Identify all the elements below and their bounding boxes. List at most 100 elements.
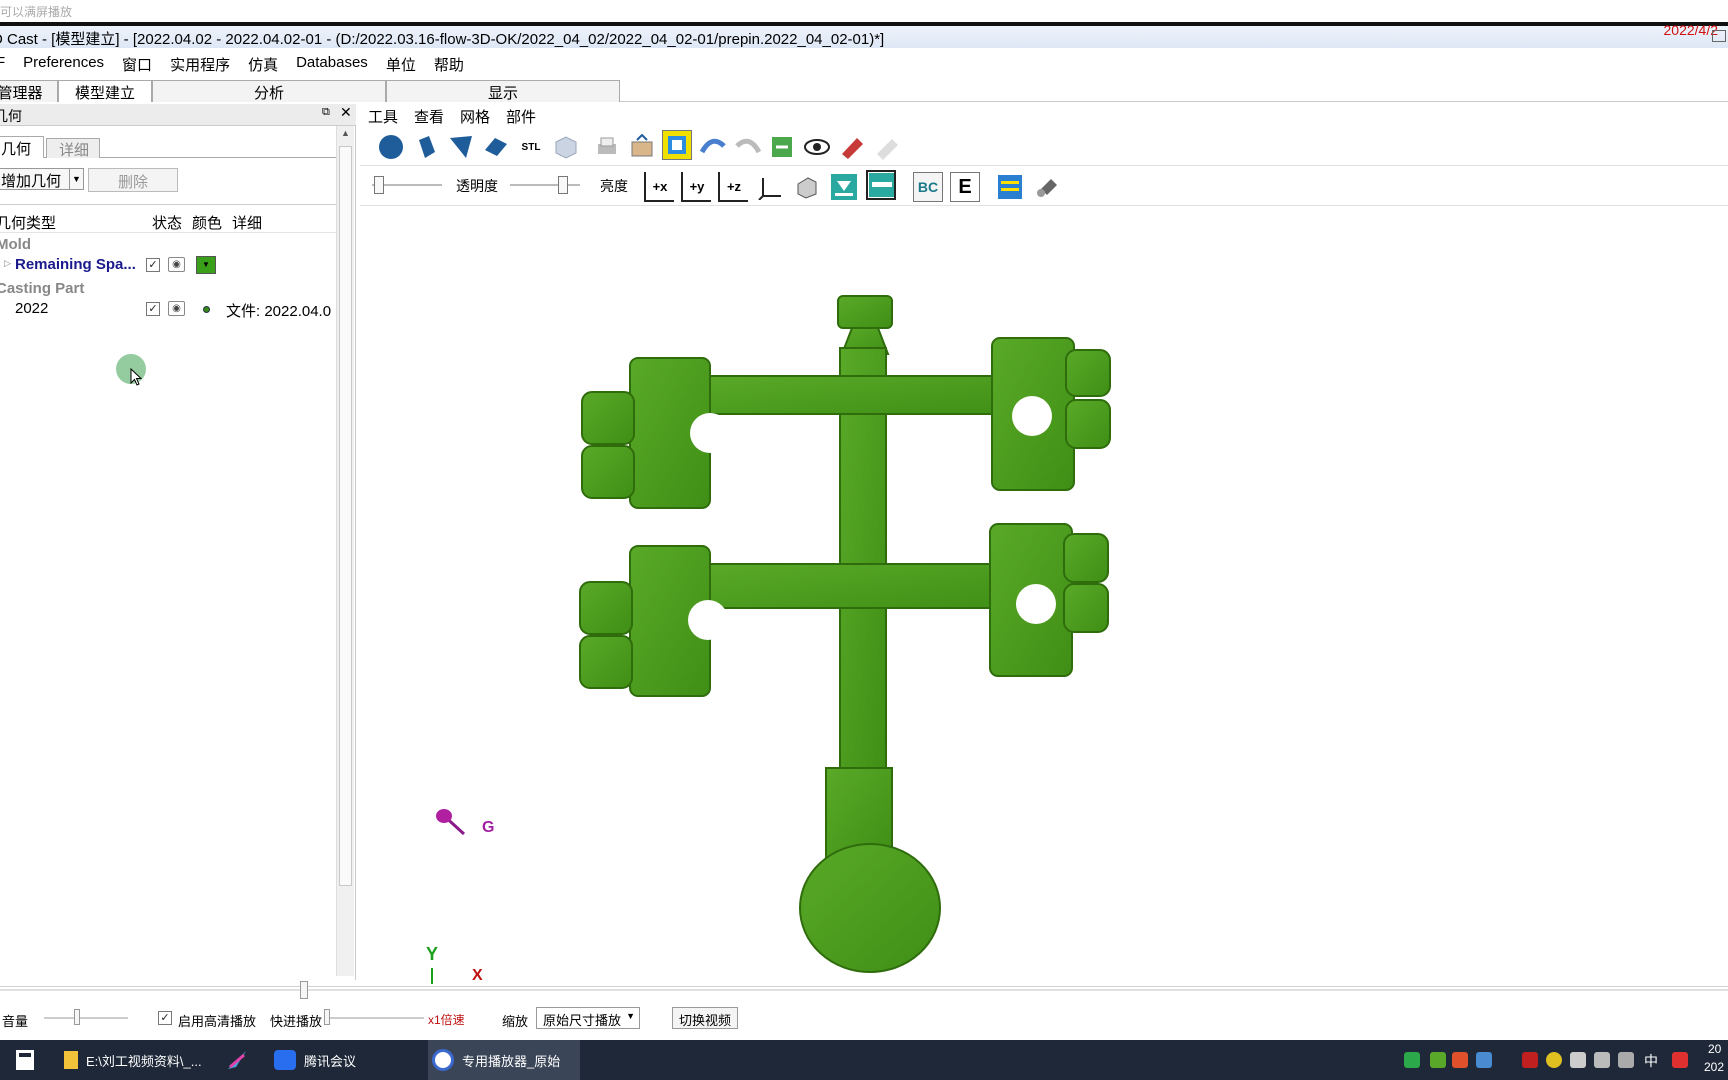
undo-icon[interactable] [697, 132, 727, 162]
expand-icon[interactable]: ▷ [4, 258, 11, 269]
switch-video-button[interactable]: 切换视频 [672, 1007, 738, 1029]
progress-thumb[interactable] [300, 981, 308, 999]
model-viewport[interactable]: 工具 查看 网格 部件 STL 透明度 亮度 +x +y +z BC E G Y… [360, 104, 1728, 984]
ime-indicator[interactable]: 中 [1644, 1051, 1658, 1071]
panel-scrollbar[interactable]: ▲ [336, 126, 354, 976]
add-geometry-dropdown[interactable]: 增加几何 ▼ [0, 168, 84, 190]
speed-slider[interactable] [324, 1017, 424, 1019]
menu-preferences[interactable]: Preferences [23, 54, 104, 76]
brightness-slider-thumb[interactable] [558, 176, 568, 194]
visibility-eye-icon[interactable]: ◉ [168, 301, 185, 316]
status-checkbox[interactable]: ✓ [146, 302, 160, 316]
taskbar-clock-time[interactable]: 20 [1708, 1042, 1721, 1056]
baffle-icon[interactable] [995, 172, 1025, 202]
tray-app-icon[interactable] [1522, 1052, 1538, 1068]
bc-button[interactable]: BC [913, 172, 943, 202]
axis-x-label: X [472, 967, 483, 984]
tray-app-icon[interactable] [1452, 1052, 1468, 1068]
tree-group-casting-part[interactable]: Casting Part [0, 280, 84, 297]
tab-model-setup[interactable]: 模型建立 [58, 80, 152, 102]
panel-header: 几何 ⧉ ✕ [0, 104, 356, 126]
eraser-icon[interactable] [872, 132, 902, 162]
taskbar-clock-date[interactable]: 202 [1704, 1060, 1724, 1074]
cutplane-icon[interactable] [837, 132, 867, 162]
app-feather-icon[interactable] [224, 1040, 250, 1080]
axes-icon[interactable] [755, 172, 785, 202]
volume-slider[interactable] [44, 1017, 128, 1019]
component-add-icon[interactable] [1032, 172, 1062, 202]
mesh-plane-icon[interactable] [866, 170, 896, 200]
tree-group-mold[interactable]: Mold [0, 236, 31, 253]
transparency-slider-thumb[interactable] [374, 176, 384, 194]
overlay-hint: 可以满屏播放 [0, 0, 1728, 22]
menu-databases[interactable]: Databases [296, 54, 368, 76]
menu-utilities[interactable]: 实用程序 [170, 54, 230, 76]
close-icon[interactable]: ✕ [340, 104, 352, 121]
menu-file[interactable]: F [0, 54, 5, 76]
tree-row[interactable]: 2022 ✓ ◉ 文件: 2022.04.0 [4, 300, 344, 320]
tray-sogou-icon[interactable] [1672, 1052, 1688, 1068]
progress-track[interactable] [0, 989, 1728, 991]
color-dot[interactable] [203, 306, 210, 313]
scroll-thumb[interactable] [339, 146, 352, 886]
calculator-icon[interactable] [14, 1040, 36, 1080]
tray-monitor-icon[interactable] [1594, 1052, 1610, 1068]
view-z-button[interactable]: +z [718, 172, 748, 202]
tray-app-icon[interactable] [1476, 1052, 1492, 1068]
color-swatch-button[interactable]: ▼ [196, 256, 216, 274]
zoom-select[interactable]: 原始尺寸播放 ▼ [536, 1007, 640, 1029]
hd-checkbox[interactable]: ✓ [158, 1011, 172, 1025]
menu-window[interactable]: 窗口 [122, 54, 152, 76]
status-checkbox[interactable]: ✓ [146, 258, 160, 272]
taskbar-tencent-meeting[interactable]: 腾讯会议 [270, 1040, 410, 1080]
menu-simulation[interactable]: 仿真 [248, 54, 278, 76]
eye-icon[interactable] [802, 132, 832, 162]
tray-app-icon[interactable] [1546, 1052, 1562, 1068]
brightness-slider[interactable] [510, 184, 580, 186]
e-button[interactable]: E [950, 172, 980, 202]
float-icon[interactable]: ⧉ [322, 106, 330, 119]
subtab-detail[interactable]: 详细 [46, 138, 100, 159]
flow-down-icon[interactable] [829, 172, 859, 202]
menu-help[interactable]: 帮助 [434, 54, 464, 76]
cone-icon[interactable] [446, 132, 476, 162]
redo-icon[interactable] [732, 132, 762, 162]
speed-thumb[interactable] [324, 1009, 330, 1025]
print-icon[interactable] [592, 132, 622, 162]
subcomponent-box-icon[interactable] [551, 132, 581, 162]
hd-label: 启用高清播放 [178, 1014, 257, 1029]
tab-manager[interactable]: 管理器 [0, 80, 58, 102]
visibility-eye-icon[interactable]: ◉ [168, 257, 185, 272]
restore-icon[interactable] [1712, 30, 1726, 42]
tree-row[interactable]: ▷ Remaining Spa... ✓ ◉ ▼ [4, 256, 344, 276]
tab-display[interactable]: 显示 [386, 80, 620, 102]
scroll-up-icon[interactable]: ▲ [341, 128, 350, 138]
toolbar-view: 透明度 亮度 +x +y +z BC E [360, 168, 1728, 206]
mesh-view-icon[interactable] [662, 130, 692, 160]
delete-button[interactable]: 删除 [88, 168, 178, 192]
iso-view-icon[interactable] [792, 172, 822, 202]
view-x-button[interactable]: +x [644, 172, 674, 202]
tray-nvidia-icon[interactable] [1430, 1052, 1446, 1068]
volume-thumb[interactable] [74, 1009, 80, 1025]
box-icon[interactable] [481, 132, 511, 162]
menu-units[interactable]: 单位 [386, 54, 416, 76]
tab-analysis[interactable]: 分析 [152, 80, 386, 102]
taskbar-explorer[interactable]: E:\刘工视频资料\_... [60, 1040, 210, 1080]
sphere-icon[interactable] [376, 132, 406, 162]
tray-volume-icon[interactable] [1618, 1052, 1634, 1068]
menu-component[interactable]: 部件 [506, 106, 536, 126]
taskbar-player[interactable]: 专用播放器_原始 [428, 1040, 580, 1080]
tray-app-icon[interactable] [1404, 1052, 1420, 1068]
stl-import-icon[interactable]: STL [516, 132, 546, 162]
menu-mesh[interactable]: 网格 [460, 106, 490, 126]
tray-network-icon[interactable] [1570, 1052, 1586, 1068]
menu-tools[interactable]: 工具 [368, 106, 398, 126]
view-y-button[interactable]: +y [681, 172, 711, 202]
menu-view[interactable]: 查看 [414, 106, 444, 126]
cylinder-icon[interactable] [411, 132, 441, 162]
fast-play-label: 快进播放 [270, 1014, 323, 1029]
add-geometry-icon[interactable] [627, 132, 657, 162]
subtab-geometry[interactable]: 几何 [0, 136, 44, 158]
refresh-icon[interactable] [767, 132, 797, 162]
